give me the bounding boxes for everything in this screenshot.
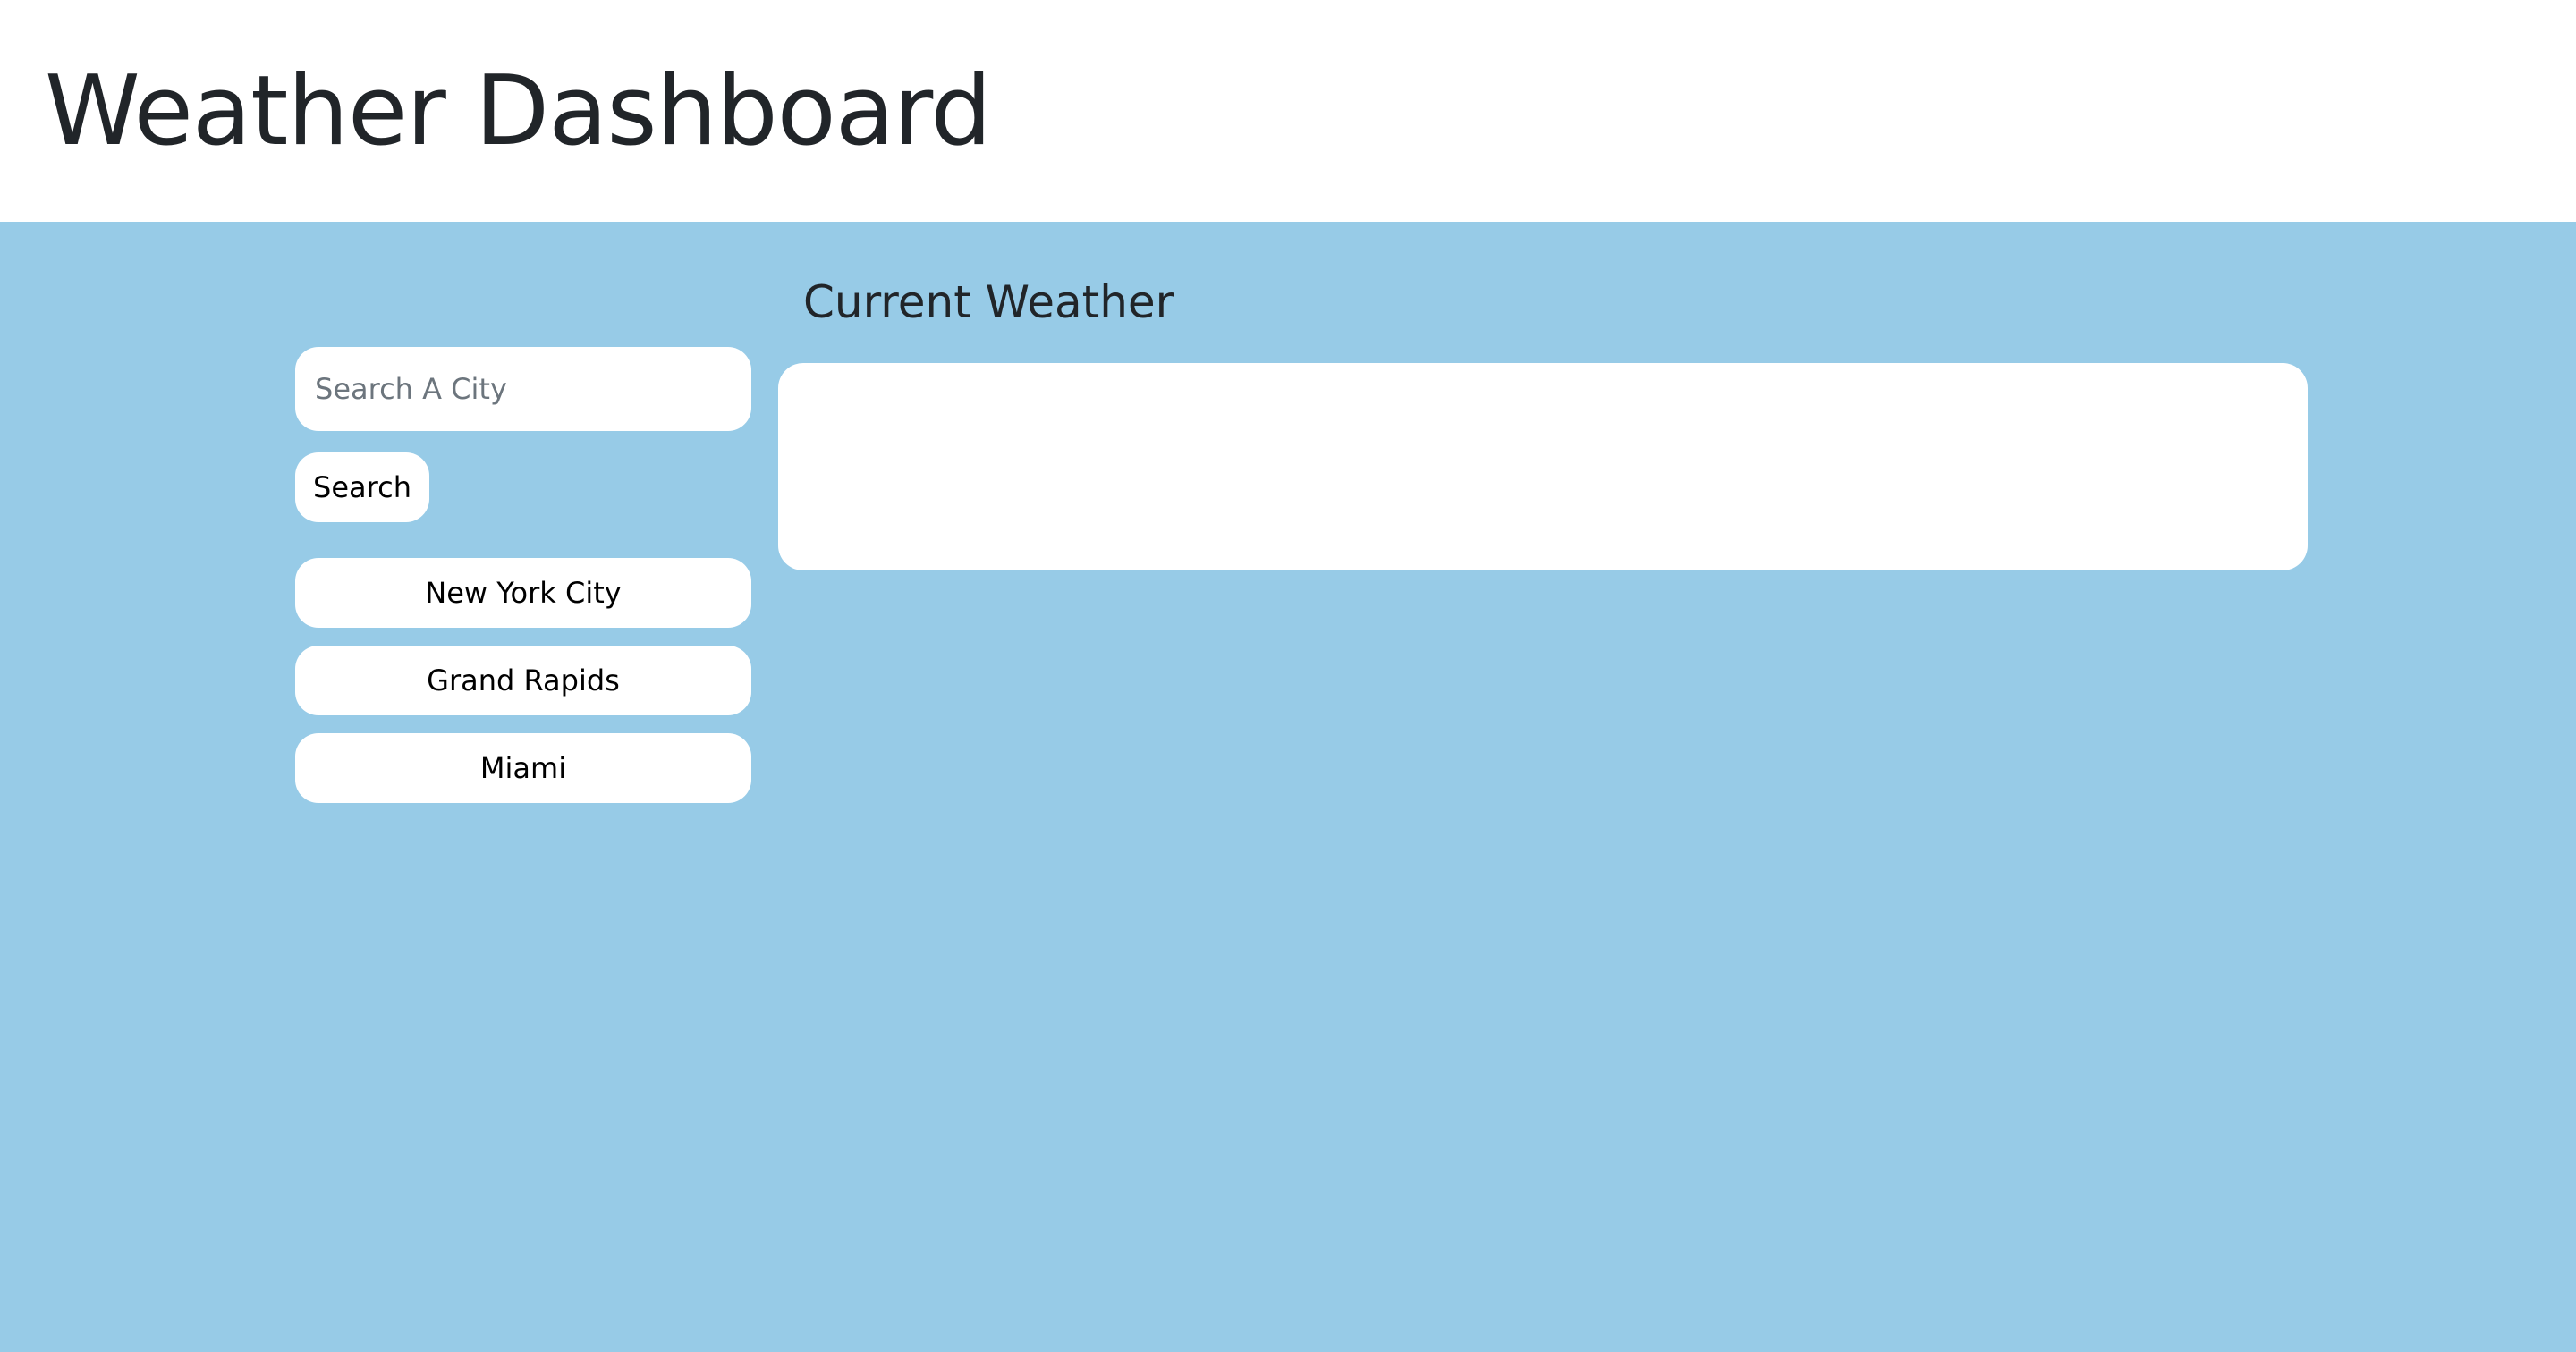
history-city-button[interactable]: Grand Rapids bbox=[295, 646, 751, 715]
history-city-button[interactable]: Miami bbox=[295, 733, 751, 803]
page-header: Weather Dashboard bbox=[0, 0, 2576, 222]
current-weather-panel bbox=[778, 363, 2308, 570]
search-button[interactable]: Search bbox=[295, 452, 429, 522]
history-city-button[interactable]: New York City bbox=[295, 558, 751, 628]
city-search-input[interactable] bbox=[295, 347, 751, 431]
current-weather-title: Current Weather bbox=[803, 276, 1174, 328]
search-history-list: New York City Grand Rapids Miami bbox=[295, 558, 751, 821]
main-content: Search New York City Grand Rapids Miami … bbox=[0, 222, 2576, 1352]
page-title: Weather Dashboard bbox=[45, 55, 992, 167]
